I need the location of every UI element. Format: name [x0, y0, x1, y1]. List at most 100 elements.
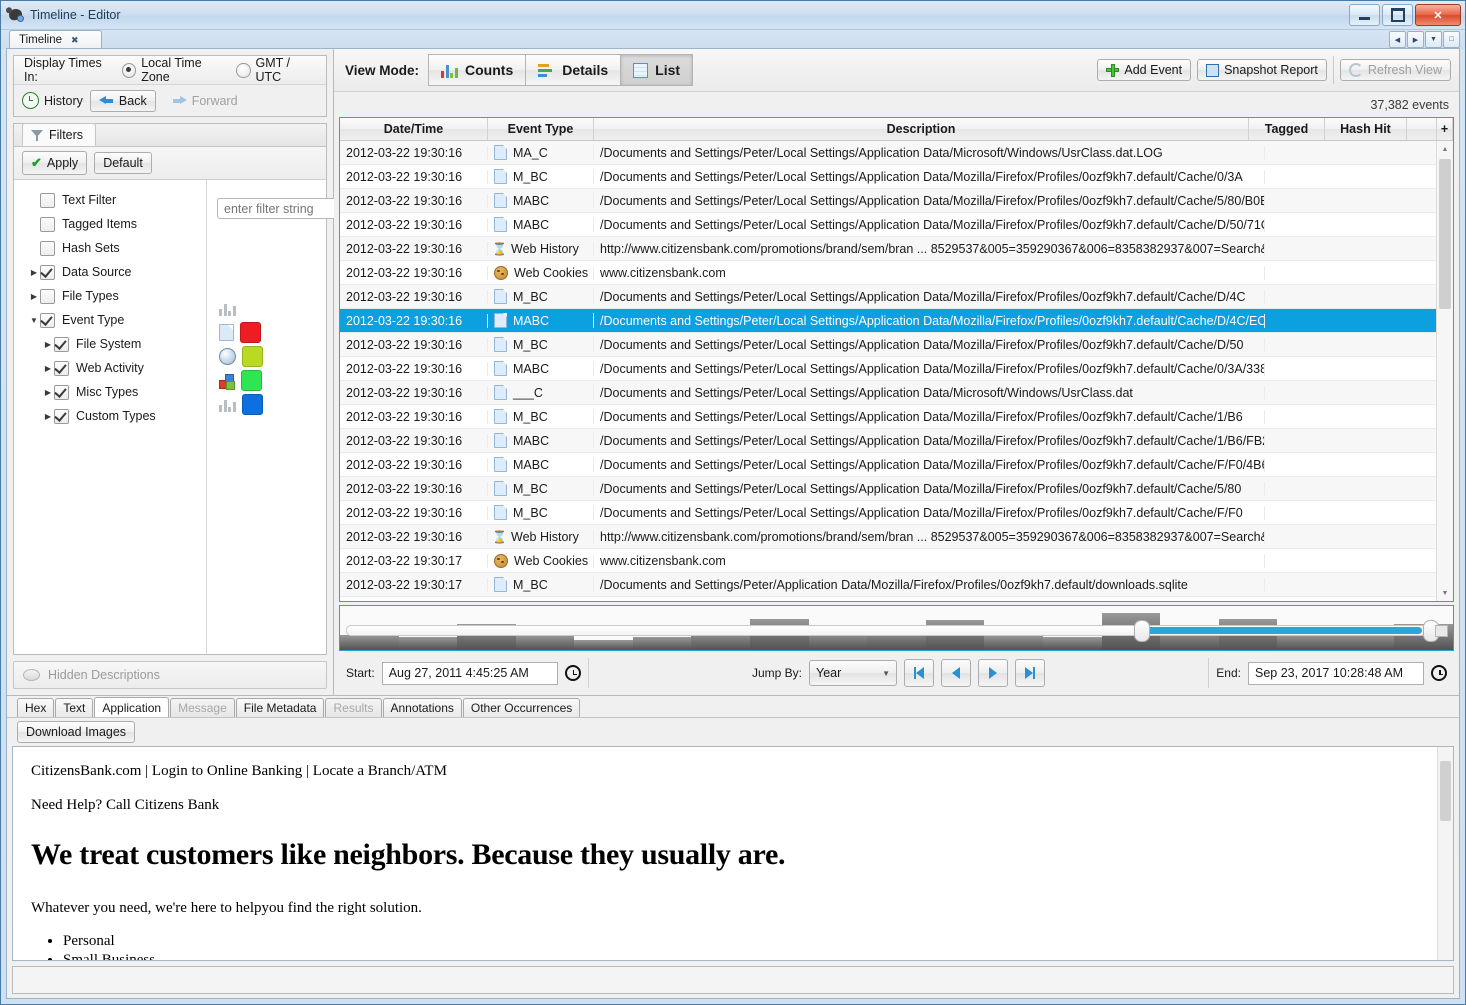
color-swatch-web-activity[interactable] — [242, 346, 263, 367]
checkbox-misc-types[interactable] — [54, 385, 69, 400]
color-swatch-custom-types[interactable] — [242, 394, 263, 415]
tab-filters[interactable]: Filters — [22, 123, 96, 146]
table-row[interactable]: 2012-03-22 19:30:17Web Cookieswww.citize… — [340, 549, 1453, 573]
skip-to-end-button[interactable] — [1015, 659, 1045, 687]
viewer-scrollbar[interactable] — [1437, 747, 1453, 960]
tab-prev-icon[interactable]: ◀ — [1389, 31, 1406, 48]
checkbox-event-type[interactable] — [40, 313, 55, 328]
filter-item-file-system[interactable]: ▶ File System — [14, 332, 206, 356]
range-start-handle[interactable] — [1134, 620, 1150, 642]
tab-details[interactable]: Details — [525, 54, 621, 86]
table-row[interactable]: 2012-03-22 19:30:16⌛Web Historyhttp://ww… — [340, 237, 1453, 261]
snapshot-report-button[interactable]: Snapshot Report — [1197, 59, 1327, 81]
tab-other-occurrences[interactable]: Other Occurrences — [463, 698, 580, 717]
expander-collapsed-icon[interactable]: ▶ — [42, 340, 54, 349]
skip-to-start-button[interactable] — [904, 659, 934, 687]
table-row[interactable]: 2012-03-22 19:30:16MABC/Documents and Se… — [340, 189, 1453, 213]
scroll-up-icon[interactable]: ▲ — [1437, 141, 1453, 157]
table-row[interactable]: 2012-03-22 19:30:16Web Cookieswww.citize… — [340, 261, 1453, 285]
filter-item-event-type[interactable]: ▼ Event Type — [14, 308, 206, 332]
filter-item-web-activity[interactable]: ▶ Web Activity — [14, 356, 206, 380]
table-row[interactable]: 2012-03-22 19:30:16___C/Documents and Se… — [340, 381, 1453, 405]
checkbox-text-filter[interactable] — [40, 193, 55, 208]
expander-collapsed-icon[interactable]: ▶ — [42, 364, 54, 373]
timeline-scrubber[interactable] — [339, 605, 1454, 651]
column-header-hash-hit[interactable]: Hash Hit — [1325, 118, 1407, 140]
column-chooser-icon[interactable]: + — [1437, 118, 1453, 140]
table-row[interactable]: 2012-03-22 19:30:16MABC/Documents and Se… — [340, 453, 1453, 477]
step-back-button[interactable] — [941, 659, 971, 687]
table-row[interactable]: 2012-03-22 19:30:16MABC/Documents and Se… — [340, 309, 1453, 333]
expander-collapsed-icon[interactable]: ▶ — [42, 388, 54, 397]
end-date-field[interactable]: Sep 23, 2017 10:28:48 AM — [1248, 662, 1424, 685]
start-date-field[interactable]: Aug 27, 2011 4:45:25 AM — [382, 662, 558, 685]
close-button[interactable]: ✕ — [1415, 4, 1461, 26]
table-row[interactable]: 2012-03-22 19:30:16M_BC/Documents and Se… — [340, 477, 1453, 501]
checkbox-tagged-items[interactable] — [40, 217, 55, 232]
range-end-stop[interactable] — [1435, 625, 1448, 637]
tab-text[interactable]: Text — [55, 698, 93, 717]
table-row[interactable]: 2012-03-22 19:30:16M_BC/Documents and Se… — [340, 405, 1453, 429]
minimize-button[interactable] — [1349, 4, 1380, 26]
range-track[interactable] — [346, 625, 1447, 636]
history-button[interactable]: History — [22, 92, 83, 109]
expander-expanded-icon[interactable]: ▼ — [28, 316, 40, 325]
filter-item-data-source[interactable]: ▶ Data Source — [14, 260, 206, 284]
default-button[interactable]: Default — [94, 152, 152, 174]
filter-item-text-filter[interactable]: Text Filter — [14, 188, 206, 212]
add-event-button[interactable]: Add Event — [1097, 59, 1191, 81]
table-row[interactable]: 2012-03-22 19:30:16M_BC/Documents and Se… — [340, 165, 1453, 189]
refresh-view-button[interactable]: Refresh View — [1340, 59, 1451, 81]
checkbox-hash-sets[interactable] — [40, 241, 55, 256]
tab-next-icon[interactable]: ▶ — [1407, 31, 1424, 48]
checkbox-data-source[interactable] — [40, 265, 55, 280]
tab-application[interactable]: Application — [94, 697, 169, 717]
table-row[interactable]: 2012-03-22 19:30:16M_BC/Documents and Se… — [340, 501, 1453, 525]
radio-gmt-utc[interactable]: GMT / UTC — [236, 56, 316, 84]
tab-counts[interactable]: Counts — [428, 54, 526, 86]
editor-tab-timeline[interactable]: Timeline ✖ — [9, 30, 102, 49]
end-clock-icon[interactable] — [1431, 665, 1447, 681]
maximize-button[interactable] — [1382, 4, 1413, 26]
table-row[interactable]: 2012-03-22 19:30:16⌛Web Historyhttp://ww… — [340, 525, 1453, 549]
radio-gmt-icon[interactable] — [236, 63, 250, 78]
expander-collapsed-icon[interactable]: ▶ — [28, 292, 40, 301]
download-images-button[interactable]: Download Images — [17, 721, 135, 743]
expander-collapsed-icon[interactable]: ▶ — [42, 412, 54, 421]
checkbox-file-system[interactable] — [54, 337, 69, 352]
tab-restore-icon[interactable]: □ — [1443, 31, 1460, 48]
table-row[interactable]: 2012-03-22 19:30:17M_BC/Documents and Se… — [340, 573, 1453, 597]
step-forward-button[interactable] — [978, 659, 1008, 687]
hidden-descriptions-button[interactable]: Hidden Descriptions — [13, 661, 327, 689]
apply-button[interactable]: ✔ Apply — [22, 151, 87, 175]
tab-hex[interactable]: Hex — [17, 698, 54, 717]
table-row[interactable]: 2012-03-22 19:30:16MABC/Documents and Se… — [340, 213, 1453, 237]
checkbox-web-activity[interactable] — [54, 361, 69, 376]
text-filter-input[interactable] — [217, 198, 342, 219]
table-row[interactable]: 2012-03-22 19:30:16MABC/Documents and Se… — [340, 429, 1453, 453]
column-header-description[interactable]: Description — [594, 118, 1249, 140]
tab-list[interactable]: List — [620, 54, 693, 86]
column-header-tagged[interactable]: Tagged — [1249, 118, 1325, 140]
filter-item-hash-sets[interactable]: Hash Sets — [14, 236, 206, 260]
color-swatch-file-system[interactable] — [240, 322, 261, 343]
viewer-scroll-thumb[interactable] — [1440, 761, 1451, 821]
forward-button[interactable]: Forward — [163, 90, 247, 112]
filter-item-file-types[interactable]: ▶ File Types — [14, 284, 206, 308]
filter-item-misc-types[interactable]: ▶ Misc Types — [14, 380, 206, 404]
table-scrollbar[interactable]: ▲▼ — [1436, 141, 1453, 601]
table-row[interactable]: 2012-03-22 19:30:16MA_C/Documents and Se… — [340, 141, 1453, 165]
table-row[interactable]: 2012-03-22 19:30:16M_BC/Documents and Se… — [340, 285, 1453, 309]
radio-local-time-zone[interactable]: Local Time Zone — [122, 56, 229, 84]
tab-list-icon[interactable]: ▼ — [1425, 31, 1442, 48]
color-swatch-misc-types[interactable] — [241, 370, 262, 391]
table-row[interactable]: 2012-03-22 19:30:16M_BC/Documents and Se… — [340, 333, 1453, 357]
start-clock-icon[interactable] — [565, 665, 581, 681]
jump-by-select[interactable]: Year ▼ — [809, 660, 897, 686]
back-button[interactable]: Back — [90, 90, 156, 112]
expander-collapsed-icon[interactable]: ▶ — [28, 268, 40, 277]
column-header-event-type[interactable]: Event Type — [488, 118, 594, 140]
tab-annotations[interactable]: Annotations — [383, 698, 462, 717]
tab-file-metadata[interactable]: File Metadata — [236, 698, 325, 717]
table-row[interactable]: 2012-03-22 19:30:16MABC/Documents and Se… — [340, 357, 1453, 381]
